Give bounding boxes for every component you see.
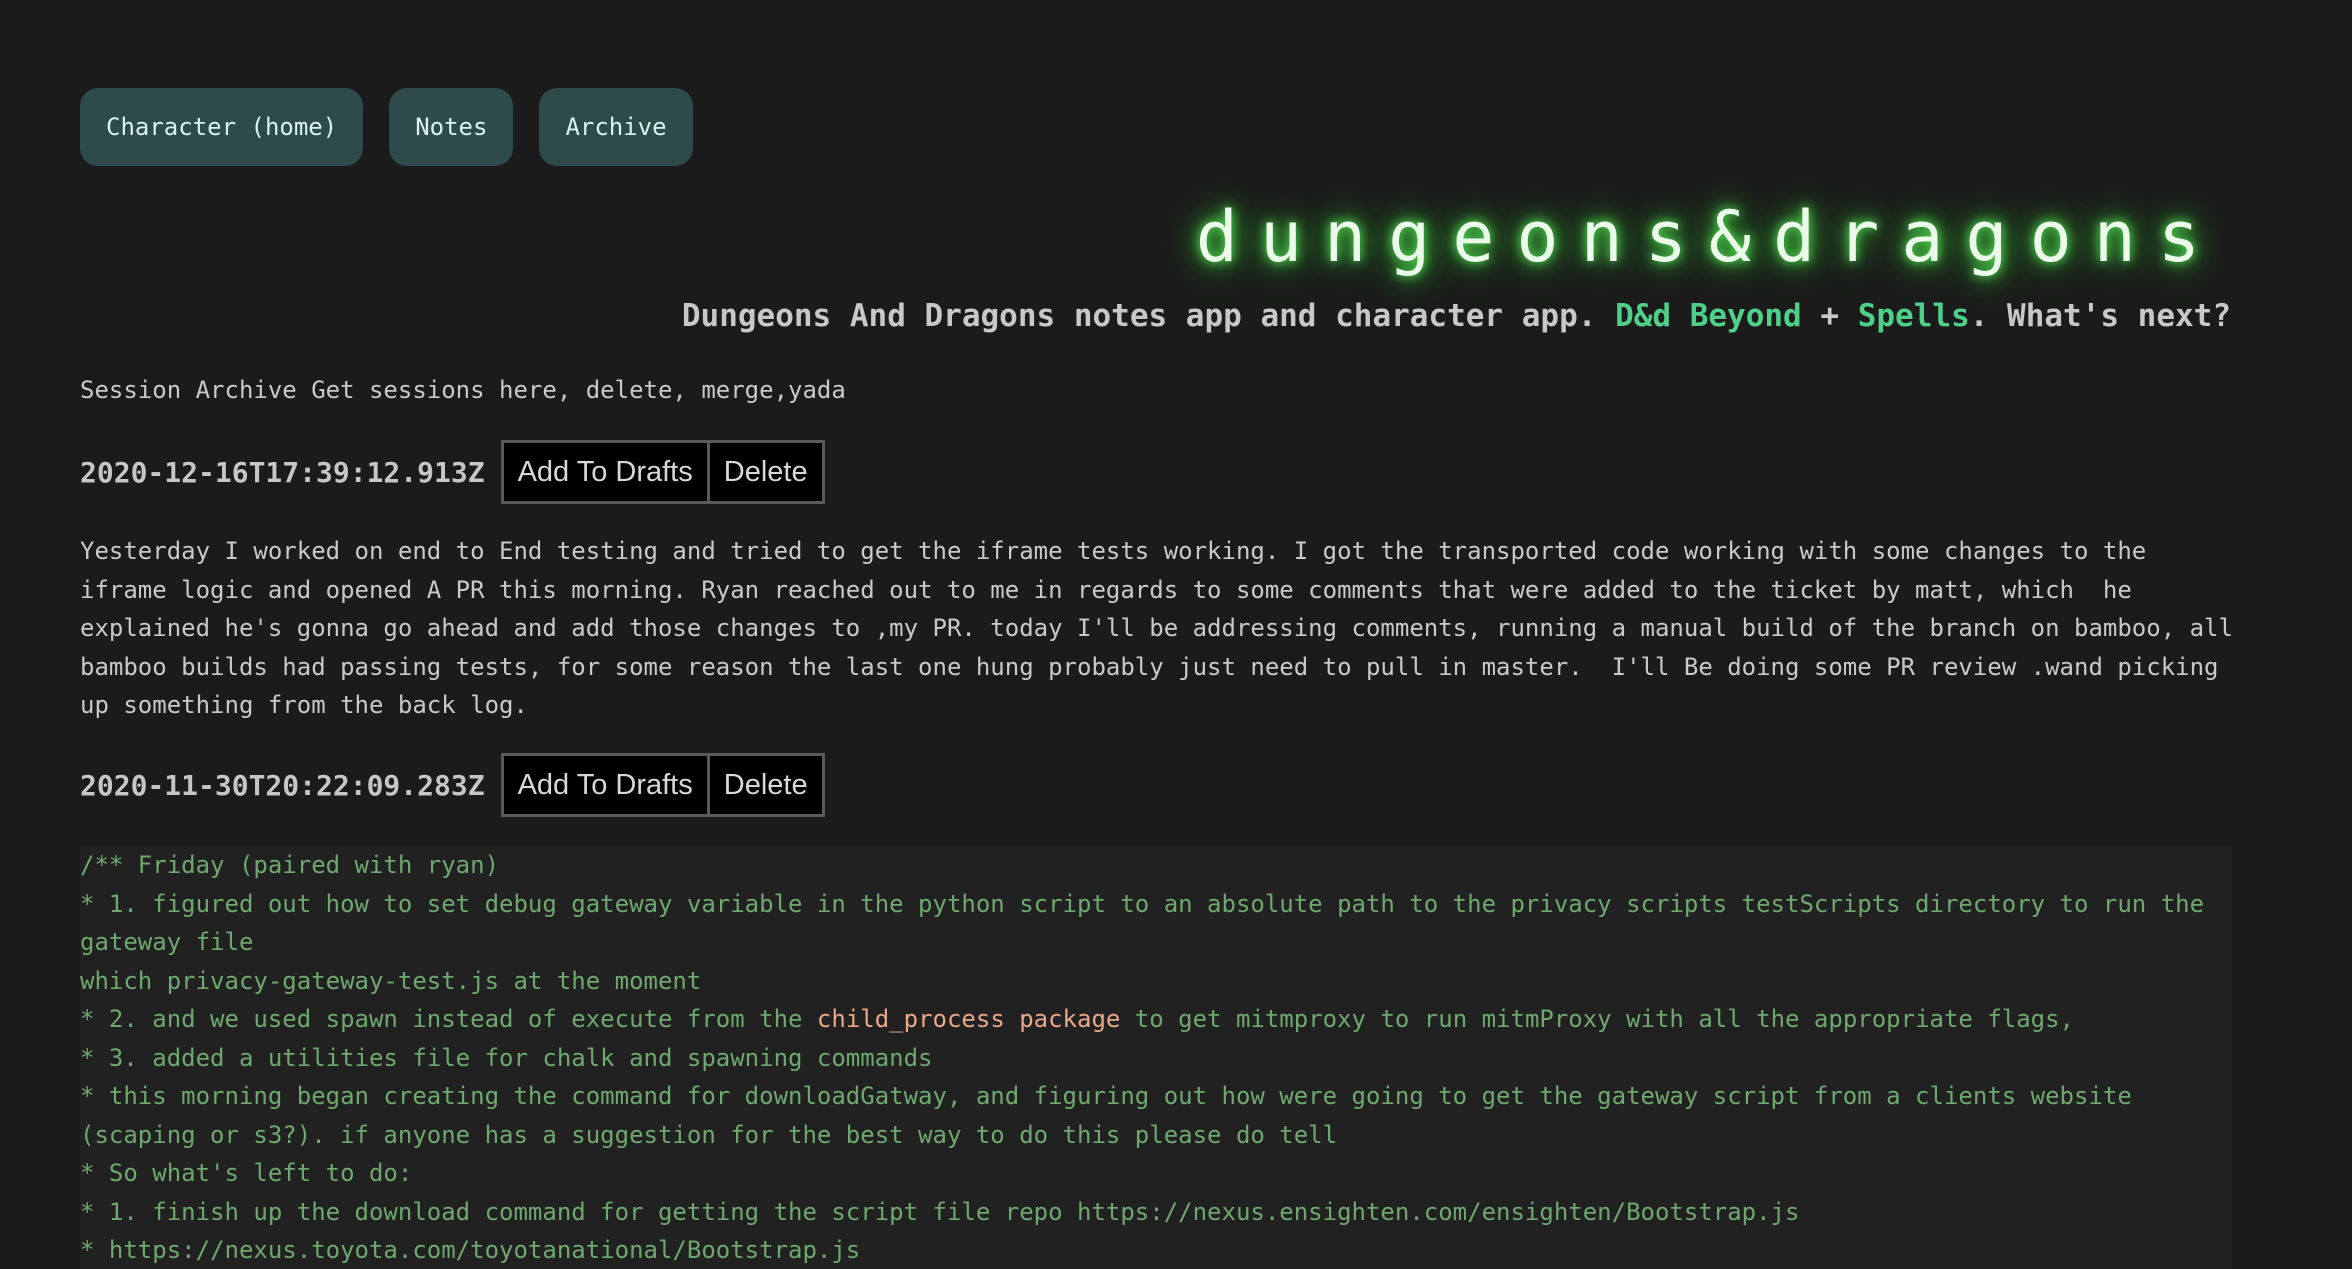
session-code-block: /** Friday (paired with ryan) * 1. figur… [80, 846, 2232, 1269]
nav-character-home[interactable]: Character (home) [80, 88, 364, 166]
session-note-text: Yesterday I worked on end to End testing… [80, 537, 2248, 719]
code-line: * 1. figured out how to set debug gatewa… [80, 889, 2219, 957]
session-date: 2020-12-16T17:39:12.913Z [80, 455, 485, 489]
code-line: which privacy-gateway-test.js at the mom… [80, 966, 702, 995]
code-highlight: child_process package [816, 1005, 1121, 1033]
add-to-drafts-button[interactable]: Add To Drafts [500, 753, 710, 817]
code-line: * So what's left to do: [80, 1159, 413, 1187]
code-text: * 2. and we used spawn instead of execut… [80, 1005, 817, 1033]
code-line: * 1. finish up the download command for … [80, 1197, 1800, 1226]
nav-notes[interactable]: Notes [389, 88, 514, 166]
add-to-drafts-button[interactable]: Add To Drafts [500, 440, 710, 504]
code-line: * 2. and we used spawn instead of execut… [80, 1000, 2232, 1039]
archive-intro: Session Archive Get sessions here, delet… [80, 376, 846, 404]
tagline-end: . What's next? [1969, 298, 2231, 334]
delete-button[interactable]: Delete [709, 440, 825, 504]
code-line: * 3. added a utilities file for chalk an… [80, 1043, 933, 1072]
app-logo: dungeons&dragons [1195, 196, 2222, 278]
code-line: /** Friday (paired with ryan) [80, 851, 500, 879]
spells-link[interactable]: Spells [1858, 298, 1970, 334]
app-tagline: Dungeons And Dragons notes app and chara… [682, 298, 2231, 334]
code-line: * this morning began creating the comman… [80, 1082, 2147, 1149]
main-nav: Character (home) Notes Archive [80, 88, 693, 166]
session-date: 2020-11-30T20:22:09.283Z [80, 768, 485, 802]
code-text: to get mitmproxy to run mitmProxy with a… [1120, 1005, 2075, 1033]
nav-archive[interactable]: Archive [539, 88, 693, 166]
tagline-plus: + [1801, 298, 1858, 334]
delete-button[interactable]: Delete [709, 753, 825, 817]
session-header: 2020-12-16T17:39:12.913Z Add To Drafts D… [80, 440, 825, 504]
code-line: * https://nexus.toyota.com/toyotanationa… [80, 1236, 861, 1264]
session-header: 2020-11-30T20:22:09.283Z Add To Drafts D… [80, 753, 825, 817]
dnd-beyond-link[interactable]: D&d Beyond [1615, 298, 1802, 334]
tagline-text: Dungeons And Dragons notes app and chara… [681, 298, 1616, 334]
